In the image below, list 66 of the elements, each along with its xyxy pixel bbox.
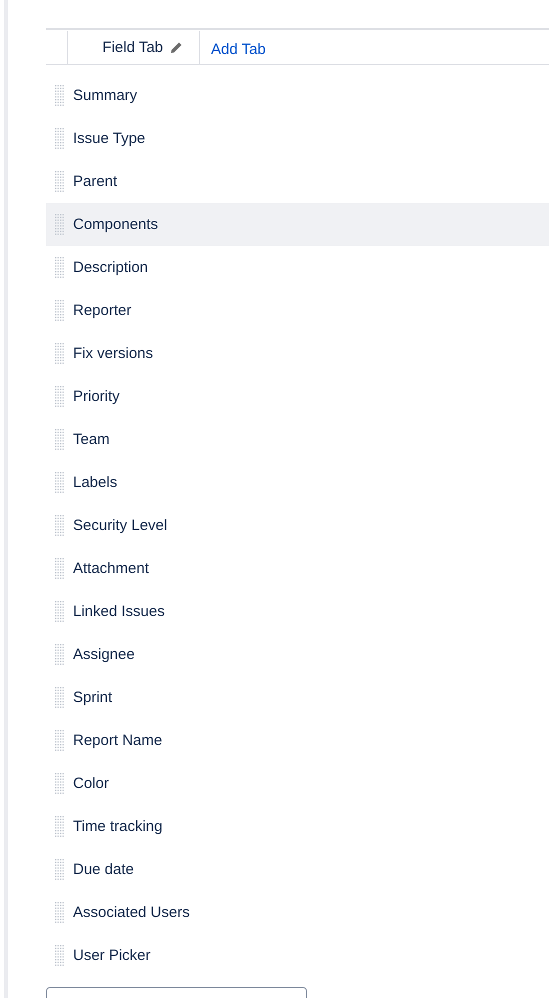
drag-handle-icon[interactable] <box>55 644 65 666</box>
drag-handle-icon[interactable] <box>55 514 65 536</box>
field-row[interactable]: User Picker <box>46 934 549 977</box>
field-row[interactable]: Issue Type <box>46 117 549 160</box>
field-row[interactable]: Attachment <box>46 547 549 590</box>
field-name: Sprint <box>73 689 112 706</box>
field-row[interactable]: Description <box>46 246 549 289</box>
field-name: Team <box>73 431 110 448</box>
field-name: Attachment <box>73 560 149 577</box>
field-name: Priority <box>73 388 120 405</box>
field-row[interactable]: Associated Users <box>46 891 549 934</box>
drag-handle-icon[interactable] <box>55 686 65 708</box>
field-row[interactable]: Team <box>46 418 549 461</box>
drag-handle-icon[interactable] <box>55 858 65 880</box>
field-row[interactable]: Time tracking <box>46 805 549 848</box>
drag-handle-icon[interactable] <box>55 386 65 408</box>
field-name: User Picker <box>73 947 151 964</box>
field-row[interactable]: Due date <box>46 848 549 891</box>
field-row[interactable]: Reporter <box>46 289 549 332</box>
field-row[interactable]: Summary <box>46 74 549 117</box>
drag-handle-icon[interactable] <box>55 944 65 966</box>
field-name: Linked Issues <box>73 603 165 620</box>
drag-handle-icon[interactable] <box>55 902 65 924</box>
field-name: Labels <box>73 474 118 491</box>
drag-handle-icon[interactable] <box>55 816 65 838</box>
field-name: Report Name <box>73 732 162 749</box>
drag-handle-icon[interactable] <box>55 342 65 364</box>
field-name: Color <box>73 775 109 792</box>
field-row[interactable]: Assignee <box>46 633 549 676</box>
field-name: Description <box>73 259 148 276</box>
field-name: Components <box>73 216 158 233</box>
drag-handle-icon[interactable] <box>55 170 65 192</box>
field-row[interactable]: Priority <box>46 375 549 418</box>
field-row[interactable]: Labels <box>46 461 549 504</box>
field-row[interactable]: Linked Issues <box>46 590 549 633</box>
drag-handle-icon[interactable] <box>55 730 65 752</box>
field-name: Summary <box>73 87 138 104</box>
drag-handle-icon[interactable] <box>55 256 65 278</box>
field-row[interactable]: Report Name <box>46 719 549 762</box>
field-name: Associated Users <box>73 904 190 921</box>
drag-handle-icon[interactable] <box>55 600 65 622</box>
field-name: Parent <box>73 173 118 190</box>
drag-handle-icon[interactable] <box>55 472 65 494</box>
add-tab-link[interactable]: Add Tab <box>200 30 266 64</box>
drag-handle-icon[interactable] <box>55 214 65 236</box>
field-name: Assignee <box>73 646 135 663</box>
field-name: Reporter <box>73 302 132 319</box>
field-row[interactable]: Sprint <box>46 676 549 719</box>
field-name: Time tracking <box>73 818 162 835</box>
drag-handle-icon[interactable] <box>55 772 65 794</box>
field-name: Security Level <box>73 517 168 534</box>
field-name: Issue Type <box>73 130 146 147</box>
field-row[interactable]: Security Level <box>46 504 549 547</box>
field-row[interactable]: Fix versions <box>46 332 549 375</box>
field-tab[interactable]: Field Tab <box>67 31 200 64</box>
field-name: Fix versions <box>73 345 154 362</box>
drag-handle-icon[interactable] <box>55 300 65 322</box>
field-row[interactable]: Color <box>46 762 549 805</box>
drag-handle-icon[interactable] <box>55 84 65 106</box>
drag-handle-icon[interactable] <box>55 428 65 450</box>
drag-handle-icon[interactable] <box>55 128 65 150</box>
field-row[interactable]: Parent <box>46 160 549 203</box>
pencil-icon[interactable] <box>169 40 183 54</box>
field-row[interactable]: Components <box>46 203 549 246</box>
drag-handle-icon[interactable] <box>55 558 65 580</box>
field-name: Due date <box>73 861 134 878</box>
